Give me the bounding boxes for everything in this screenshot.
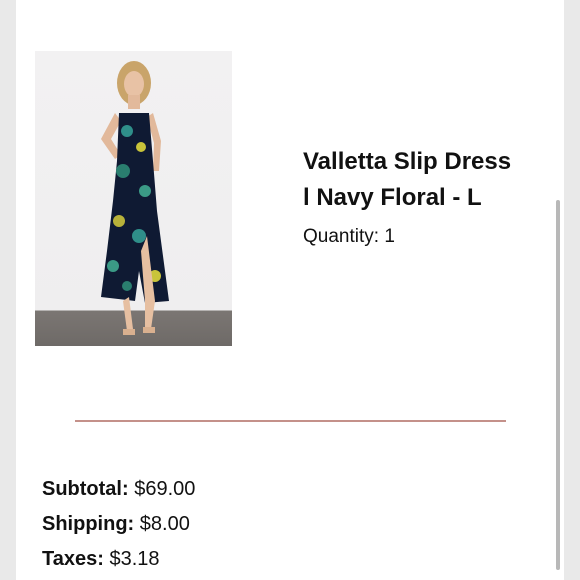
product-image[interactable]: [35, 51, 232, 346]
taxes-label: Taxes:: [42, 548, 104, 570]
scrollbar[interactable]: [556, 200, 560, 570]
quantity-value: 1: [384, 226, 395, 247]
taxes-value: $3.18: [109, 548, 160, 570]
shipping-row: Shipping: $8.00: [42, 507, 195, 542]
quantity-text: Quantity: 1: [303, 226, 395, 248]
order-summary: Subtotal: $69.00 Shipping: $8.00 Taxes: …: [42, 472, 195, 577]
subtotal-label: Subtotal:: [42, 478, 129, 500]
divider: [75, 420, 506, 422]
order-card: Valletta Slip Dress l Navy Floral - L Qu…: [16, 0, 564, 580]
product-title: Valletta Slip Dress l Navy Floral - L: [303, 144, 553, 216]
quantity-label: Quantity:: [303, 226, 380, 247]
product-title-line-2: l Navy Floral - L: [303, 184, 482, 211]
dress-photo-illustration: [101, 61, 169, 335]
subtotal-value: $69.00: [134, 478, 196, 500]
shipping-label: Shipping:: [42, 513, 135, 535]
subtotal-row: Subtotal: $69.00: [42, 472, 195, 507]
shipping-value: $8.00: [139, 513, 190, 535]
taxes-row: Taxes: $3.18: [42, 542, 195, 577]
product-title-line-1: Valletta Slip Dress: [303, 148, 512, 175]
